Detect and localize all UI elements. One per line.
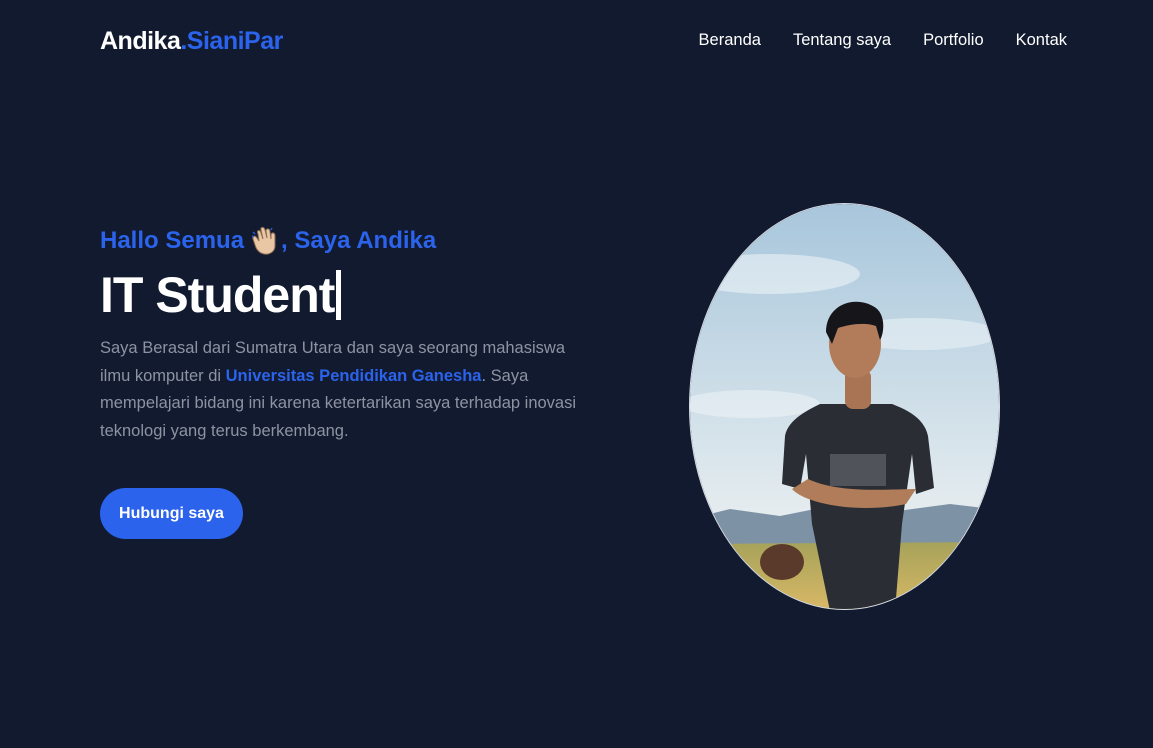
waving-hand-icon — [251, 226, 276, 255]
nav-item-tentang-saya[interactable]: Tentang saya — [793, 31, 891, 50]
brand-second: .SianiPar — [180, 27, 283, 55]
nav-menu: Beranda Tentang saya Portfolio Kontak — [699, 31, 1067, 50]
nav-item-beranda[interactable]: Beranda — [699, 31, 761, 50]
contact-button[interactable]: Hubungi saya — [100, 488, 243, 539]
greeting-suffix: , Saya Andika — [281, 227, 437, 254]
navbar: Andika.SianiPar Beranda Tentang saya Por… — [0, 0, 1153, 86]
nav-item-kontak[interactable]: Kontak — [1016, 31, 1067, 50]
nav-item-portfolio[interactable]: Portfolio — [923, 31, 984, 50]
greeting-prefix: Hallo Semua — [100, 227, 245, 254]
profile-photo — [689, 203, 1000, 610]
university-highlight: Universitas Pendidikan Ganesha — [225, 366, 482, 385]
hero-title: IT Student — [100, 266, 342, 324]
hero-greeting: Hallo Semua , Saya Andika — [100, 226, 436, 256]
brand-first: Andika — [100, 27, 181, 55]
profile-photo-image — [690, 204, 999, 609]
typing-caret — [336, 270, 342, 320]
hero-title-text: IT Student — [100, 267, 335, 323]
hero-description: Saya Berasal dari Sumatra Utara dan saya… — [100, 335, 590, 445]
brand-logo[interactable]: Andika.SianiPar — [100, 27, 283, 56]
